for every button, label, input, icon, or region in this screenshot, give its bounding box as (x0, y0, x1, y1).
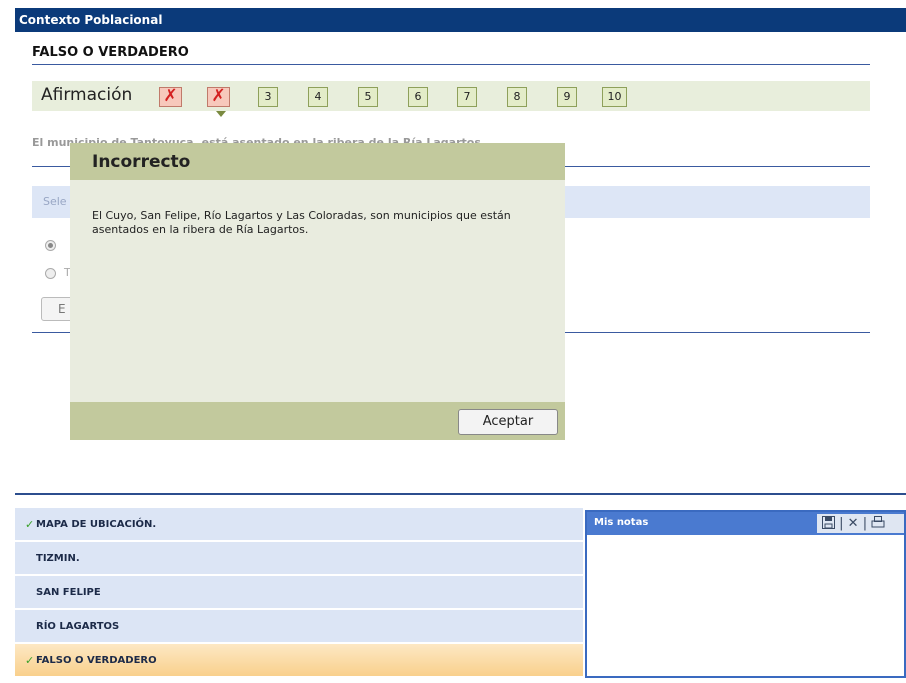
panel-divider (15, 493, 906, 495)
dialog-header: Incorrecto (70, 143, 565, 180)
option-1-radio[interactable] (45, 240, 56, 251)
check-icon: ✓ (25, 654, 35, 667)
heading-divider (32, 64, 870, 65)
nav-item-san-felipe[interactable]: SAN FELIPE (15, 576, 583, 609)
notes-header: Mis notas | ✕ | (587, 512, 904, 535)
dialog-title: Incorrecto (92, 152, 191, 172)
section-nav: ✓ MAPA DE UBICACIÓN. TIZMIN. SAN FELIPE … (15, 508, 583, 678)
nav-item-label: RÍO LAGARTOS (36, 621, 120, 632)
afirmacion-6-button[interactable]: 6 (408, 87, 428, 107)
nav-item-label: SAN FELIPE (36, 587, 101, 598)
nav-item-label: FALSO O VERDADERO (36, 655, 157, 666)
afirmacion-3-button[interactable]: 3 (258, 87, 278, 107)
nav-item-label: TIZMIN. (36, 553, 80, 564)
afirmacion-7-button[interactable]: 7 (457, 87, 477, 107)
notes-toolbar: | ✕ | (817, 514, 904, 533)
notes-title: Mis notas (594, 517, 649, 528)
current-pointer-icon (216, 111, 226, 117)
check-icon: ✓ (25, 518, 35, 531)
feedback-dialog: Incorrecto El Cuyo, San Felipe, Río Laga… (70, 143, 565, 440)
window-title: Contexto Poblacional (19, 13, 163, 27)
afirmacion-label: Afirmación (41, 85, 133, 105)
window-title-bar: Contexto Poblacional (15, 8, 906, 32)
notes-textarea[interactable] (587, 535, 904, 676)
afirmacion-2-button[interactable]: ✗ (207, 87, 230, 107)
select-prompt: Sele (43, 195, 67, 208)
print-icon[interactable] (871, 516, 885, 531)
afirmacion-10-button[interactable]: 10 (602, 87, 627, 107)
option-2-radio[interactable] (45, 268, 56, 279)
nav-item-tizmin[interactable]: TIZMIN. (15, 542, 583, 575)
close-icon[interactable]: ✕ (848, 516, 859, 531)
afirmacion-bar: Afirmación ✗ ✗ 3 4 5 6 7 8 9 10 (32, 81, 870, 117)
afirmacion-9-button[interactable]: 9 (557, 87, 577, 107)
afirmacion-5-button[interactable]: 5 (358, 87, 378, 107)
nav-item-mapa[interactable]: ✓ MAPA DE UBICACIÓN. (15, 508, 583, 541)
nav-item-label: MAPA DE UBICACIÓN. (36, 519, 157, 530)
save-icon[interactable] (822, 516, 839, 531)
accept-button[interactable]: Aceptar (458, 409, 558, 435)
afirmacion-8-button[interactable]: 8 (507, 87, 527, 107)
nav-item-rio-lagartos[interactable]: RÍO LAGARTOS (15, 610, 583, 643)
dialog-message: El Cuyo, San Felipe, Río Lagartos y Las … (92, 209, 511, 236)
section-heading: FALSO O VERDADERO (32, 45, 189, 60)
toolbar-separator: | (862, 516, 868, 531)
toolbar-separator: | (839, 516, 844, 531)
afirmacion-1-button[interactable]: ✗ (159, 87, 182, 107)
nav-item-falso-verdadero[interactable]: ✓ FALSO O VERDADERO (15, 644, 583, 677)
afirmacion-4-button[interactable]: 4 (308, 87, 328, 107)
notes-panel: Mis notas | ✕ | (585, 510, 906, 678)
